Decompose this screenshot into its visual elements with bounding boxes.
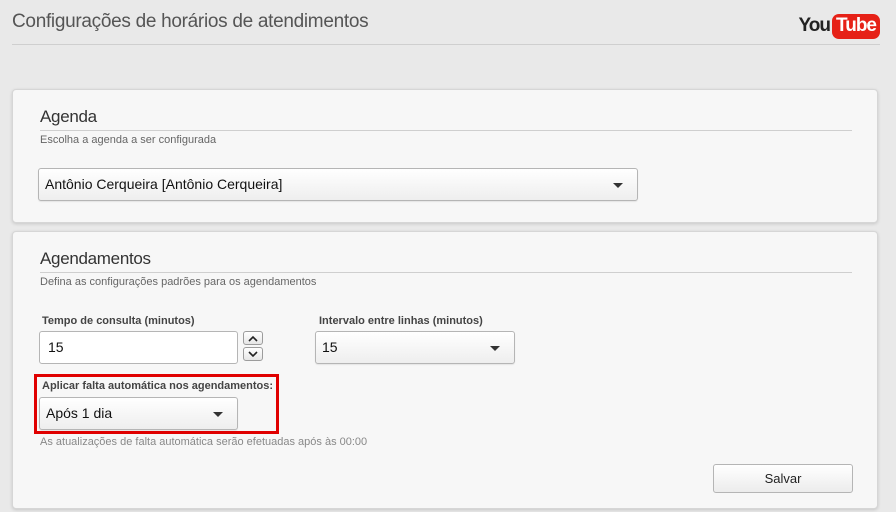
intervalo-linhas-label: Intervalo entre linhas (minutos): [319, 315, 483, 327]
chevron-up-icon: [248, 335, 258, 342]
agenda-card-subtitle: Escolha a agenda a ser configurada: [40, 134, 217, 146]
tempo-consulta-value: 15: [48, 339, 64, 355]
agenda-select[interactable]: Antônio Cerqueira [Antônio Cerqueira]: [38, 168, 638, 201]
chevron-down-icon: [613, 183, 623, 188]
agendamentos-card: Agendamentos Defina as configurações pad…: [12, 231, 878, 509]
stepper-up-button[interactable]: [243, 331, 263, 345]
agendamentos-card-title: Agendamentos: [40, 249, 151, 268]
tempo-consulta-label: Tempo de consulta (minutos): [42, 315, 195, 327]
youtube-logo-tube: Tube: [832, 13, 880, 39]
page-header: Configurações de horários de atendimento…: [12, 0, 880, 45]
falta-automatica-hint: As atualizações de falta automática serã…: [40, 436, 368, 448]
falta-automatica-value: Após 1 dia: [46, 405, 113, 421]
falta-automatica-label: Aplicar falta automática nos agendamento…: [42, 380, 274, 392]
agenda-card-divider: [40, 130, 852, 131]
page-title: Configurações de horários de atendimento…: [12, 11, 369, 32]
chevron-down-icon: [213, 412, 223, 417]
intervalo-linhas-value: 15: [322, 339, 338, 355]
agenda-card-title: Agenda: [40, 107, 97, 126]
tempo-consulta-input[interactable]: 15: [39, 331, 238, 364]
falta-automatica-select[interactable]: Após 1 dia: [39, 397, 238, 430]
stepper-down-button[interactable]: [243, 347, 263, 361]
youtube-logo: You Tube: [799, 12, 880, 40]
agendamentos-card-subtitle: Defina as configurações padrões para os …: [40, 276, 317, 288]
intervalo-linhas-select[interactable]: 15: [315, 331, 515, 364]
save-button[interactable]: Salvar: [713, 464, 853, 493]
agendamentos-card-divider: [40, 272, 852, 273]
chevron-down-icon: [490, 346, 500, 351]
youtube-logo-you: You: [798, 15, 832, 36]
chevron-down-icon: [248, 350, 258, 357]
agenda-select-value: Antônio Cerqueira [Antônio Cerqueira]: [45, 176, 283, 192]
agenda-card: Agenda Escolha a agenda a ser configurad…: [12, 89, 878, 223]
